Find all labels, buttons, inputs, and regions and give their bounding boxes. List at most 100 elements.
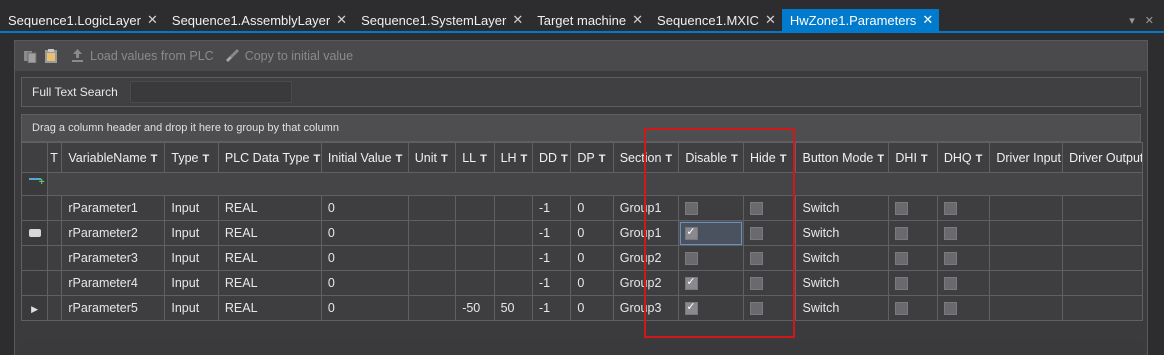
- cell-dd[interactable]: -1: [531, 295, 572, 321]
- cell-unit[interactable]: [407, 220, 457, 246]
- cell-button-mode[interactable]: Switch: [795, 270, 890, 296]
- dhq-cell[interactable]: [936, 245, 991, 271]
- filter-icon[interactable]: T: [780, 153, 787, 165]
- cell-plc-data-type[interactable]: REAL: [217, 220, 322, 246]
- hide-cell[interactable]: [742, 245, 797, 271]
- column-header-lh[interactable]: LH T: [493, 142, 533, 173]
- dhi-cell[interactable]: [888, 270, 938, 296]
- cell-button-mode[interactable]: Switch: [795, 295, 890, 321]
- cell-driver-output[interactable]: [1062, 270, 1143, 296]
- dhi-checkbox[interactable]: [895, 277, 909, 291]
- cell-variable-name[interactable]: rParameter1: [61, 195, 166, 221]
- disable-cell[interactable]: [678, 245, 744, 271]
- disable-cell[interactable]: [678, 220, 744, 246]
- copy-initial-button[interactable]: Copy to initial value: [224, 48, 353, 65]
- cell-driver-output[interactable]: [1062, 220, 1143, 246]
- column-header-unit[interactable]: Unit T: [407, 142, 457, 173]
- cell-initial-value[interactable]: 0: [320, 220, 409, 246]
- cell-ll[interactable]: [455, 195, 495, 221]
- hide-cell[interactable]: [742, 270, 797, 296]
- cell-ll[interactable]: -50: [455, 295, 495, 321]
- cell-variable-name[interactable]: rParameter3: [61, 245, 166, 271]
- filter-icon[interactable]: T: [396, 153, 403, 165]
- cell-dp[interactable]: 0: [570, 270, 614, 296]
- column-header-initial-value[interactable]: Initial Value T: [320, 142, 409, 173]
- paste-icon[interactable]: [24, 49, 37, 63]
- cell-variable-name[interactable]: rParameter4: [61, 270, 166, 296]
- tab-logic-layer[interactable]: Sequence1.LogicLayer ✕: [0, 9, 164, 31]
- filter-icon[interactable]: T: [877, 153, 884, 165]
- hide-cell[interactable]: [742, 220, 797, 246]
- cell-lh[interactable]: [493, 220, 533, 246]
- close-icon[interactable]: ✕: [147, 12, 158, 28]
- cell-button-mode[interactable]: Switch: [795, 245, 890, 271]
- table-row[interactable]: rParameter4InputREAL0-10Group2Switch: [20, 270, 1143, 296]
- cell-button-mode[interactable]: Switch: [795, 195, 890, 221]
- close-icon[interactable]: ✕: [765, 12, 776, 28]
- filter-icon[interactable]: T: [480, 153, 487, 165]
- tab-hwzone-parameters[interactable]: HwZone1.Parameters ✕: [781, 9, 940, 31]
- disable-checkbox[interactable]: [685, 252, 699, 266]
- disable-checkbox[interactable]: [685, 300, 699, 316]
- disable-cell[interactable]: [678, 295, 744, 321]
- filter-icon[interactable]: T: [976, 153, 983, 165]
- row-indicator[interactable]: [20, 195, 49, 221]
- cell-ll[interactable]: [455, 220, 495, 246]
- table-row[interactable]: rParameter1 Input REAL 0 -1 0 Group1 Switch: [20, 195, 1143, 221]
- row-indicator[interactable]: [20, 220, 49, 246]
- filter-icon[interactable]: T: [202, 153, 209, 165]
- cell-driver-output[interactable]: [1062, 245, 1143, 271]
- column-header-button-mode[interactable]: Button Mode T: [795, 142, 890, 173]
- filter-icon[interactable]: T: [441, 153, 448, 165]
- cell-plc-data-type[interactable]: REAL: [217, 195, 322, 221]
- cell-driver-input[interactable]: [989, 295, 1064, 321]
- cell-dd[interactable]: -1: [531, 220, 572, 246]
- filter-icon[interactable]: T: [731, 153, 738, 165]
- hide-checkbox[interactable]: [749, 252, 763, 266]
- hide-checkbox[interactable]: [749, 302, 763, 316]
- column-header-dhq[interactable]: DHQ T: [936, 142, 991, 173]
- cell-unit[interactable]: [407, 245, 457, 271]
- table-row[interactable]: ▶rParameter5InputREAL0-5050-10Group3Swit…: [20, 295, 1143, 321]
- cell-dd[interactable]: -1: [531, 195, 572, 221]
- dropdown-icon[interactable]: ▾: [1129, 14, 1135, 27]
- cell-plc-data-type[interactable]: REAL: [217, 270, 322, 296]
- cell-lh[interactable]: [493, 270, 533, 296]
- cell-type[interactable]: Input: [164, 195, 219, 221]
- close-icon[interactable]: ✕: [922, 12, 933, 28]
- filter-icon[interactable]: T: [561, 153, 568, 165]
- cell-driver-output[interactable]: [1062, 295, 1143, 321]
- cell-variable-name[interactable]: rParameter2: [61, 220, 166, 246]
- cell-section[interactable]: Group2: [612, 270, 680, 296]
- dhi-checkbox[interactable]: [895, 302, 909, 316]
- hide-cell[interactable]: [742, 195, 797, 221]
- disable-cell[interactable]: [678, 195, 744, 221]
- dhq-cell[interactable]: [936, 270, 991, 296]
- cell-initial-value[interactable]: 0: [320, 245, 409, 271]
- cell-lh[interactable]: [493, 245, 533, 271]
- cell-initial-value[interactable]: 0: [320, 270, 409, 296]
- filter-icon[interactable]: T: [665, 153, 672, 165]
- dhq-checkbox[interactable]: [943, 302, 957, 316]
- cell-button-mode[interactable]: Switch: [795, 220, 890, 246]
- dhi-checkbox[interactable]: [895, 202, 909, 216]
- clipboard-icon[interactable]: [45, 49, 57, 63]
- new-row[interactable]: [20, 172, 1143, 196]
- column-header-ll[interactable]: LL T: [455, 142, 495, 173]
- cell-dp[interactable]: 0: [570, 295, 614, 321]
- cell-unit[interactable]: [407, 195, 457, 221]
- tab-assembly-layer[interactable]: Sequence1.AssemblyLayer ✕: [164, 9, 353, 31]
- cell-type[interactable]: Input: [164, 295, 219, 321]
- cell-initial-value[interactable]: 0: [320, 295, 409, 321]
- dhi-checkbox[interactable]: [895, 227, 909, 241]
- filter-icon[interactable]: T: [313, 153, 320, 165]
- load-values-button[interactable]: Load values from PLC: [71, 48, 214, 65]
- cell-dd[interactable]: -1: [531, 245, 572, 271]
- cell-type[interactable]: Input: [164, 220, 219, 246]
- table-row[interactable]: rParameter2InputREAL0-10Group1Switch: [20, 220, 1143, 246]
- disable-checkbox[interactable]: [685, 225, 699, 241]
- cell-unit[interactable]: [407, 270, 457, 296]
- cell-driver-input[interactable]: [989, 270, 1064, 296]
- dhq-cell[interactable]: [936, 220, 991, 246]
- hide-cell[interactable]: [742, 295, 797, 321]
